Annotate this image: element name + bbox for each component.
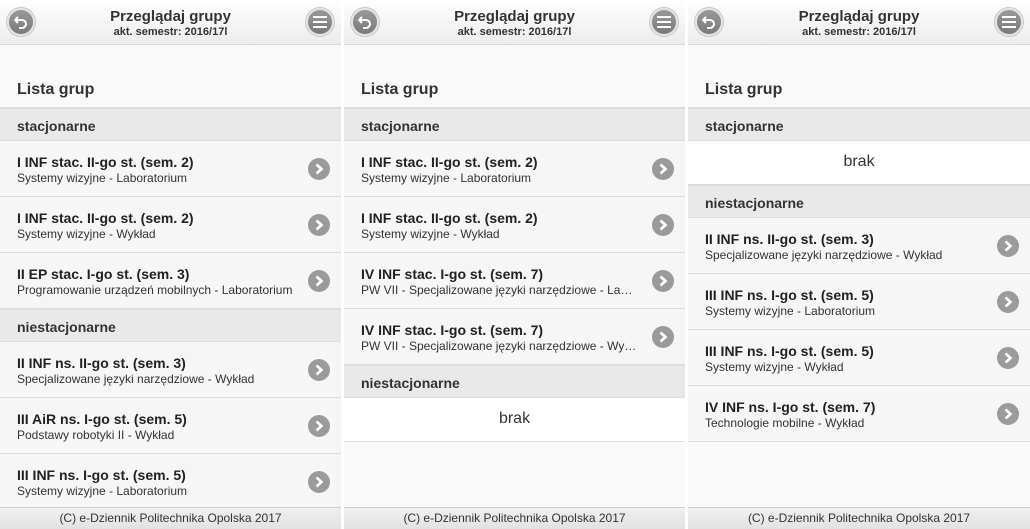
chevron-right-icon[interactable] xyxy=(308,415,330,437)
course-name: Technologie mobilne - Wykład xyxy=(705,416,865,430)
semester-subtitle: akt. semestr: 2016/17l xyxy=(802,26,916,38)
chevron-right-icon[interactable] xyxy=(997,291,1019,313)
back-arrow-icon xyxy=(701,16,715,29)
group-list-item[interactable]: III AiR ns. I-go st. (sem. 5) Podstawy ro… xyxy=(0,398,341,454)
group-list-item[interactable]: II INF ns. II-go st. (sem. 3) Specjalizow… xyxy=(0,342,341,398)
menu-button[interactable] xyxy=(650,8,678,36)
header-bar: Przeglądaj grupy akt. semestr: 2016/17l xyxy=(344,0,685,45)
hamburger-menu-icon xyxy=(657,16,671,28)
header-bar: Przeglądaj grupy akt. semestr: 2016/17l xyxy=(0,0,341,45)
back-arrow-icon xyxy=(13,16,27,29)
group-list-item[interactable]: I INF stac. II-go st. (sem. 2) Systemy wi… xyxy=(344,197,685,253)
course-name: Programowanie urządzeń mobilnych - Labor… xyxy=(17,283,293,297)
course-name: Systemy wizyjne - Laboratorium xyxy=(361,171,532,185)
chevron-right-icon[interactable] xyxy=(652,270,674,292)
back-button[interactable] xyxy=(695,8,723,36)
course-name: Systemy wizyjne - Laboratorium xyxy=(17,484,188,498)
group-list-item[interactable]: I INF stac. II-go st. (sem. 2) Systemy wi… xyxy=(0,197,341,253)
footer-copyright: (C) e-Dziennik Politechnika Opolska 2017 xyxy=(688,507,1030,529)
group-list-item[interactable]: III INF ns. I-go st. (sem. 5) Systemy wiz… xyxy=(688,330,1030,386)
chevron-right-icon[interactable] xyxy=(997,403,1019,425)
group-list-item[interactable]: I INF stac. II-go st. (sem. 2) Systemy wi… xyxy=(344,141,685,197)
section-divider: stacjonarne xyxy=(0,108,341,141)
chevron-right-icon[interactable] xyxy=(308,471,330,493)
group-list-item[interactable]: IV INF stac. I-go st. (sem. 7) PW VII - S… xyxy=(344,253,685,309)
course-name: Systemy wizyjne - Wykład xyxy=(705,360,844,374)
empty-placeholder: brak xyxy=(688,141,1030,185)
list-heading: Lista grup xyxy=(688,45,1030,108)
group-name: II INF ns. II-go st. (sem. 3) xyxy=(705,231,874,247)
hamburger-menu-icon xyxy=(313,16,327,28)
group-name: I INF stac. II-go st. (sem. 2) xyxy=(361,210,538,226)
section-divider: niestacjonarne xyxy=(344,365,685,398)
screen-panel: Przeglądaj grupy akt. semestr: 2016/17l … xyxy=(344,0,685,529)
group-name: I INF stac. II-go st. (sem. 2) xyxy=(17,154,194,170)
chevron-right-icon[interactable] xyxy=(308,158,330,180)
chevron-right-icon[interactable] xyxy=(997,347,1019,369)
course-name: Systemy wizyjne - Wykład xyxy=(17,227,156,241)
list-heading: Lista grup xyxy=(0,45,341,108)
group-name: II EP stac. I-go st. (sem. 3) xyxy=(17,266,190,282)
group-list-item[interactable]: III INF ns. I-go st. (sem. 5) Systemy wiz… xyxy=(0,454,341,510)
group-name: I INF stac. II-go st. (sem. 2) xyxy=(361,154,538,170)
hamburger-menu-icon xyxy=(1002,16,1016,28)
group-list-item[interactable]: II EP stac. I-go st. (sem. 3) Programowan… xyxy=(0,253,341,309)
group-name: IV INF stac. I-go st. (sem. 7) xyxy=(361,322,544,338)
chevron-right-icon[interactable] xyxy=(308,214,330,236)
course-name: Systemy wizyjne - Wykład xyxy=(361,227,500,241)
menu-button[interactable] xyxy=(306,8,334,36)
group-name: IV INF ns. I-go st. (sem. 7) xyxy=(705,399,876,415)
footer-copyright: (C) e-Dziennik Politechnika Opolska 2017 xyxy=(344,507,685,529)
group-list-item[interactable]: IV INF stac. I-go st. (sem. 7) PW VII - S… xyxy=(344,309,685,365)
chevron-right-icon[interactable] xyxy=(308,270,330,292)
course-name: Systemy wizyjne - Laboratorium xyxy=(17,171,188,185)
header-bar: Przeglądaj grupy akt. semestr: 2016/17l xyxy=(688,0,1030,45)
footer-copyright: (C) e-Dziennik Politechnika Opolska 2017 xyxy=(0,507,341,529)
page-title: Przeglądaj grupy xyxy=(454,8,575,25)
section-divider: stacjonarne xyxy=(688,108,1030,141)
group-name: III AiR ns. I-go st. (sem. 5) xyxy=(17,411,187,427)
course-name: Systemy wizyjne - Laboratorium xyxy=(705,304,876,318)
semester-subtitle: akt. semestr: 2016/17l xyxy=(457,26,572,38)
group-name: I INF stac. II-go st. (sem. 2) xyxy=(17,210,194,226)
section-divider: niestacjonarne xyxy=(0,309,341,342)
back-button[interactable] xyxy=(351,8,379,36)
group-list-item[interactable]: III INF ns. I-go st. (sem. 5) Systemy wiz… xyxy=(688,274,1030,330)
group-name: II INF ns. II-go st. (sem. 3) xyxy=(17,355,186,371)
course-name: Podstawy robotyki II - Wykład xyxy=(17,428,175,442)
chevron-right-icon[interactable] xyxy=(308,359,330,381)
screen-panel: Przeglądaj grupy akt. semestr: 2016/17l … xyxy=(688,0,1030,529)
group-name: III INF ns. I-go st. (sem. 5) xyxy=(17,467,186,483)
back-button[interactable] xyxy=(7,8,35,36)
group-list: stacjonarne brak niestacjonarne II INF ns. … xyxy=(688,108,1030,442)
empty-placeholder: brak xyxy=(344,398,685,442)
chevron-right-icon[interactable] xyxy=(652,326,674,348)
course-name: Specjalizowane języki narzędziowe - Wykł… xyxy=(17,372,255,386)
course-name: PW VII - Specjalizowane języki narzędzio… xyxy=(361,283,639,297)
group-list-item[interactable]: II INF ns. II-go st. (sem. 3) Specjalizow… xyxy=(688,218,1030,274)
group-list: stacjonarne I INF stac. II-go st. (sem. 2… xyxy=(0,108,341,510)
course-name: PW VII - Specjalizowane języki narzędzio… xyxy=(361,339,639,353)
page-title: Przeglądaj grupy xyxy=(798,8,920,25)
back-arrow-icon xyxy=(357,16,371,29)
page-title: Przeglądaj grupy xyxy=(110,8,231,25)
group-list-item[interactable]: IV INF ns. I-go st. (sem. 7) Technologie … xyxy=(688,386,1030,442)
chevron-right-icon[interactable] xyxy=(997,235,1019,257)
chevron-right-icon[interactable] xyxy=(652,158,674,180)
screen-panel: Przeglądaj grupy akt. semestr: 2016/17l … xyxy=(0,0,341,529)
group-name: IV INF stac. I-go st. (sem. 7) xyxy=(361,266,544,282)
semester-subtitle: akt. semestr: 2016/17l xyxy=(113,26,228,38)
course-name: Specjalizowane języki narzędziowe - Wykł… xyxy=(705,248,943,262)
section-divider: niestacjonarne xyxy=(688,185,1030,218)
menu-button[interactable] xyxy=(995,8,1023,36)
list-heading: Lista grup xyxy=(344,45,685,108)
group-name: III INF ns. I-go st. (sem. 5) xyxy=(705,343,874,359)
chevron-right-icon[interactable] xyxy=(652,214,674,236)
section-divider: stacjonarne xyxy=(344,108,685,141)
group-list-item[interactable]: I INF stac. II-go st. (sem. 2) Systemy wi… xyxy=(0,141,341,197)
group-name: III INF ns. I-go st. (sem. 5) xyxy=(705,287,874,303)
group-list: stacjonarne I INF stac. II-go st. (sem. 2… xyxy=(344,108,685,442)
